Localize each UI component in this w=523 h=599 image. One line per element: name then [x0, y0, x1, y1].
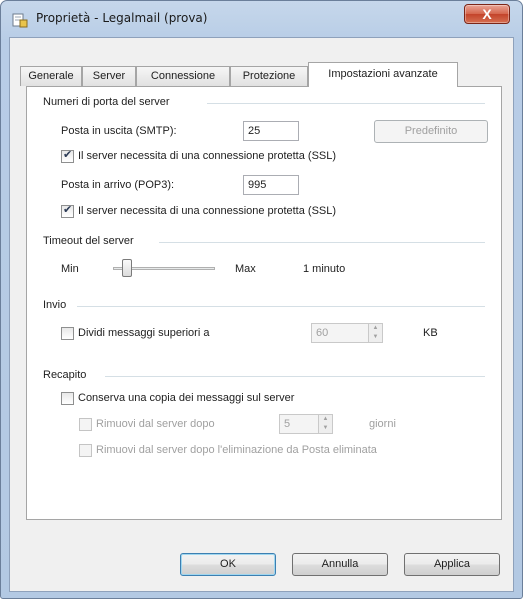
smtp-port-label: Posta in uscita (SMTP):: [61, 125, 177, 137]
timeout-slider-thumb[interactable]: [122, 259, 133, 277]
pop3-port-label: Posta in arrivo (POP3):: [61, 179, 175, 191]
tab-server[interactable]: Server: [82, 66, 136, 86]
remove-after-days-input[interactable]: 5: [279, 414, 319, 434]
split-size-spinner[interactable]: ▲ ▼: [368, 323, 383, 343]
close-icon: X: [482, 6, 492, 22]
remove-when-deleted-checkbox[interactable]: [79, 444, 92, 457]
pop3-ssl-checkbox[interactable]: [61, 203, 74, 218]
split-size-input[interactable]: 60: [311, 323, 369, 343]
window-title: Proprietà - Legalmail (prova): [36, 11, 208, 25]
tab-connessione[interactable]: Connessione: [136, 66, 230, 86]
advanced-settings-panel: Numeri di porta del server Posta in usci…: [26, 86, 502, 520]
group-divider: [77, 306, 485, 307]
spin-down-icon[interactable]: ▼: [369, 333, 382, 342]
remove-after-label: Rimuovi dal server dopo: [96, 418, 215, 430]
group-divider: [159, 242, 485, 243]
dialog-client-area: Generale Server Connessione Protezione I…: [9, 37, 514, 592]
spin-up-icon[interactable]: ▲: [369, 324, 382, 333]
properties-dialog: Proprietà - Legalmail (prova) X Generale…: [0, 0, 523, 599]
pop3-port-input[interactable]: 995: [243, 175, 299, 195]
split-messages-checkbox[interactable]: [61, 327, 74, 340]
tab-impostazioni-avanzate[interactable]: Impostazioni avanzate: [308, 62, 458, 87]
close-button[interactable]: X: [464, 4, 510, 24]
spin-down-icon[interactable]: ▼: [319, 424, 332, 433]
delivery-group-label: Recapito: [43, 369, 87, 381]
ok-button[interactable]: OK: [180, 553, 276, 576]
account-properties-icon: [12, 13, 28, 28]
timeout-group-label: Timeout del server: [43, 235, 134, 247]
smtp-port-input[interactable]: 25: [243, 121, 299, 141]
keep-copy-checkbox[interactable]: [61, 392, 74, 405]
tab-generale[interactable]: Generale: [20, 66, 82, 86]
group-divider: [207, 103, 485, 104]
timeout-min-label: Min: [61, 263, 79, 275]
timeout-value-label: 1 minuto: [303, 263, 346, 275]
cancel-button[interactable]: Annulla: [292, 553, 388, 576]
tab-protezione[interactable]: Protezione: [230, 66, 308, 86]
days-unit-label: giorni: [369, 418, 396, 430]
size-unit-label: KB: [423, 327, 438, 339]
remove-after-days-spinner[interactable]: ▲ ▼: [318, 414, 333, 434]
send-group-label: Invio: [43, 299, 67, 311]
default-ports-button[interactable]: Predefinito: [374, 120, 488, 143]
group-divider: [105, 376, 485, 377]
split-messages-label: Dividi messaggi superiori a: [78, 327, 210, 339]
remove-when-deleted-label: Rimuovi dal server dopo l'eliminazione d…: [96, 444, 377, 456]
pop3-ssl-label: Il server necessita di una connessione p…: [78, 205, 337, 217]
spin-up-icon[interactable]: ▲: [319, 415, 332, 424]
timeout-max-label: Max: [235, 263, 256, 275]
remove-after-checkbox[interactable]: [79, 418, 92, 431]
smtp-ssl-label: Il server necessita di una connessione p…: [78, 150, 337, 162]
server-ports-group-label: Numeri di porta del server: [43, 96, 170, 108]
smtp-ssl-checkbox[interactable]: [61, 148, 74, 163]
apply-button[interactable]: Applica: [404, 553, 500, 576]
keep-copy-label: Conserva una copia dei messaggi sul serv…: [78, 392, 295, 404]
title-bar[interactable]: Proprietà - Legalmail (prova) X: [1, 1, 522, 37]
